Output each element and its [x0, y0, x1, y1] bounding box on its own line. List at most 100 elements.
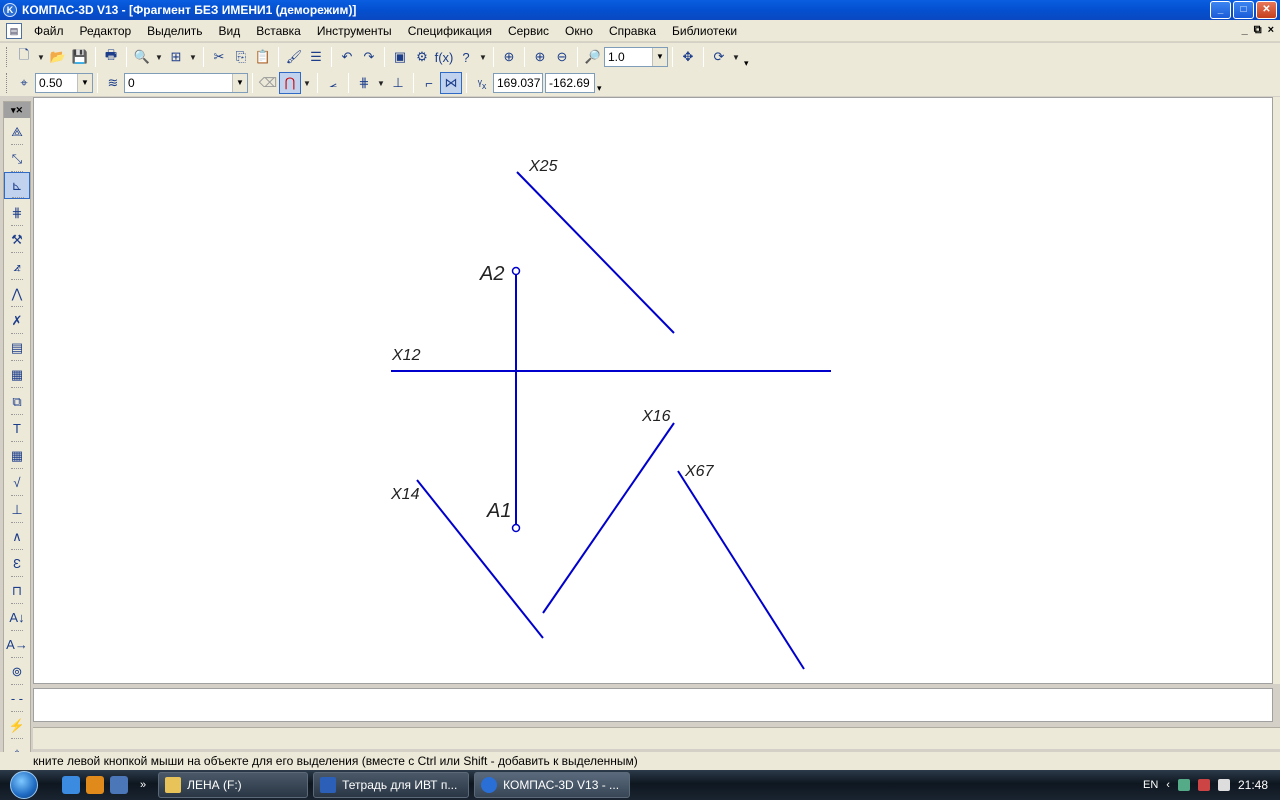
- zoom-combo[interactable]: 1.0 ▼: [604, 47, 668, 67]
- mdi-minimize-button[interactable]: _: [1242, 24, 1248, 37]
- base-icon[interactable]: ⊥: [4, 496, 30, 523]
- axis-line-icon[interactable]: A→: [4, 631, 30, 658]
- step-combo[interactable]: 0.50 ▼: [35, 73, 93, 93]
- open-folder-icon[interactable]: 📂: [47, 46, 69, 68]
- coord-x-field[interactable]: 169.037: [493, 73, 543, 93]
- zoom-window-icon[interactable]: ⊕: [498, 46, 520, 68]
- menu-libraries[interactable]: Библиотеки: [664, 24, 745, 38]
- refresh-icon[interactable]: ⟳: [708, 46, 730, 68]
- chevron-down-icon[interactable]: ▼: [232, 74, 247, 92]
- minimize-button[interactable]: _: [1210, 1, 1231, 19]
- save-icon[interactable]: 💾: [69, 46, 91, 68]
- chevron-down-icon[interactable]: ▼: [652, 48, 667, 66]
- close-button[interactable]: ✕: [1256, 1, 1277, 19]
- specification-icon[interactable]: ▤: [4, 334, 30, 361]
- show-desktop-icon[interactable]: [110, 776, 128, 794]
- snap-dropdown-icon[interactable]: ▼: [301, 72, 313, 94]
- variables-icon[interactable]: f(x): [433, 46, 455, 68]
- mdi-close-button[interactable]: ×: [1268, 24, 1274, 37]
- menu-window[interactable]: Окно: [557, 24, 601, 38]
- quick-launch-overflow-icon[interactable]: »: [140, 779, 146, 791]
- drawing-svg[interactable]: X25 A2 X12 X16 X67 X14 A1: [34, 98, 1274, 685]
- chevron-down-icon[interactable]: ▼: [77, 74, 92, 92]
- menu-select[interactable]: Выделить: [139, 24, 210, 38]
- cut-icon[interactable]: ✂: [208, 46, 230, 68]
- help-dropdown-icon[interactable]: ▼: [477, 46, 489, 68]
- manager-icon[interactable]: ⊞: [165, 46, 187, 68]
- measurements-icon[interactable]: ⦨: [4, 253, 30, 280]
- undo-icon[interactable]: ↶: [336, 46, 358, 68]
- redo-icon[interactable]: ↷: [358, 46, 380, 68]
- designations-icon[interactable]: ⊾: [4, 172, 30, 199]
- section-line-icon[interactable]: ⊓: [4, 577, 30, 604]
- dimensions-icon[interactable]: ⤡: [4, 145, 30, 172]
- menu-editor[interactable]: Редактор: [72, 24, 140, 38]
- menu-view[interactable]: Вид: [211, 24, 249, 38]
- coord-y-field[interactable]: -162.69: [545, 73, 595, 93]
- layers-icon[interactable]: ≋: [102, 72, 124, 94]
- preview-icon[interactable]: 🔍: [131, 46, 153, 68]
- menu-service[interactable]: Сервис: [500, 24, 557, 38]
- drawing-canvas[interactable]: X25 A2 X12 X16 X67 X14 A1: [33, 97, 1273, 684]
- selection-icon[interactable]: ⋀: [4, 280, 30, 307]
- clock[interactable]: 21:48: [1238, 778, 1268, 792]
- properties-brush-icon[interactable]: 🖌: [283, 46, 305, 68]
- new-dropdown-icon[interactable]: ▼: [35, 46, 47, 68]
- new-document-icon[interactable]: 🗋: [13, 46, 35, 68]
- help-pointer-icon[interactable]: ?: [455, 46, 477, 68]
- menu-help[interactable]: Справка: [601, 24, 664, 38]
- grid-icon[interactable]: ⋕: [353, 72, 375, 94]
- toolbar-overflow-icon[interactable]: ▾: [744, 58, 749, 69]
- document-icon[interactable]: ▤: [6, 22, 22, 39]
- associative-views-icon[interactable]: ✗: [4, 307, 30, 334]
- view-arrow-icon[interactable]: A↓: [4, 604, 30, 631]
- refresh-dropdown-icon[interactable]: ▼: [730, 46, 742, 68]
- text-icon[interactable]: T: [4, 415, 30, 442]
- preview-dropdown-icon[interactable]: ▼: [153, 46, 165, 68]
- lightning-icon[interactable]: ⚡: [4, 712, 30, 739]
- toolbar-overflow-icon[interactable]: ▾: [597, 83, 602, 94]
- copy-icon[interactable]: ⎘: [230, 46, 252, 68]
- local-cs-icon[interactable]: ⊥: [387, 72, 409, 94]
- cursor-step-icon[interactable]: ⌖: [13, 72, 35, 94]
- tolerance-icon[interactable]: Ɛ: [4, 550, 30, 577]
- local-snap-icon[interactable]: ⦟: [322, 72, 344, 94]
- ortho-icon[interactable]: ⌐: [418, 72, 440, 94]
- ie-icon[interactable]: [62, 776, 80, 794]
- pan-icon[interactable]: ✥: [677, 46, 699, 68]
- toolbar-grip[interactable]: [6, 73, 9, 93]
- media-player-icon[interactable]: [86, 776, 104, 794]
- task-explorer[interactable]: ЛЕНА (F:): [158, 772, 309, 798]
- center-mark-icon[interactable]: ⊚: [4, 658, 30, 685]
- maximize-button[interactable]: □: [1233, 1, 1254, 19]
- print-icon[interactable]: 🖶: [100, 46, 122, 68]
- magnet-snap-icon[interactable]: ⋂: [279, 72, 301, 94]
- network-icon[interactable]: [1177, 779, 1190, 791]
- parametric-icon[interactable]: ⋈: [440, 72, 462, 94]
- task-kompas[interactable]: КОМПАС-3D V13 - ...: [474, 772, 631, 798]
- grid-dropdown-icon[interactable]: ▼: [375, 72, 387, 94]
- library-icon[interactable]: ⚙: [411, 46, 433, 68]
- task-word[interactable]: Тетрадь для ИВТ п...: [313, 772, 470, 798]
- zoom-in-icon[interactable]: ⊕: [529, 46, 551, 68]
- insert-fragment-icon[interactable]: ⧉: [4, 388, 30, 415]
- menu-file[interactable]: Файл: [26, 24, 72, 38]
- start-button[interactable]: [0, 770, 48, 800]
- menu-tools[interactable]: Инструменты: [309, 24, 400, 38]
- volume-icon[interactable]: [1197, 779, 1210, 791]
- kompas-app-icon[interactable]: K: [3, 3, 17, 17]
- panel-header-close-icon[interactable]: ▾✕: [4, 102, 30, 118]
- zoom-out-icon[interactable]: ⊖: [551, 46, 573, 68]
- toolbar-grip[interactable]: [6, 47, 9, 67]
- vertical-scrollbar[interactable]: [1273, 97, 1280, 684]
- zoom-all-icon[interactable]: 🔎: [582, 46, 604, 68]
- parametrization-icon[interactable]: ⚒: [4, 226, 30, 253]
- layer-combo[interactable]: 0 ▼: [124, 73, 248, 93]
- mdi-restore-button[interactable]: ⧉: [1254, 24, 1262, 37]
- geometry-icon[interactable]: ⟁: [4, 118, 30, 145]
- action-center-icon[interactable]: [1217, 779, 1230, 791]
- menu-insert[interactable]: Вставка: [248, 24, 309, 38]
- reports-icon[interactable]: ▦: [4, 361, 30, 388]
- edit-icon[interactable]: ⋕: [4, 199, 30, 226]
- dashed-line-icon[interactable]: - -: [4, 685, 30, 712]
